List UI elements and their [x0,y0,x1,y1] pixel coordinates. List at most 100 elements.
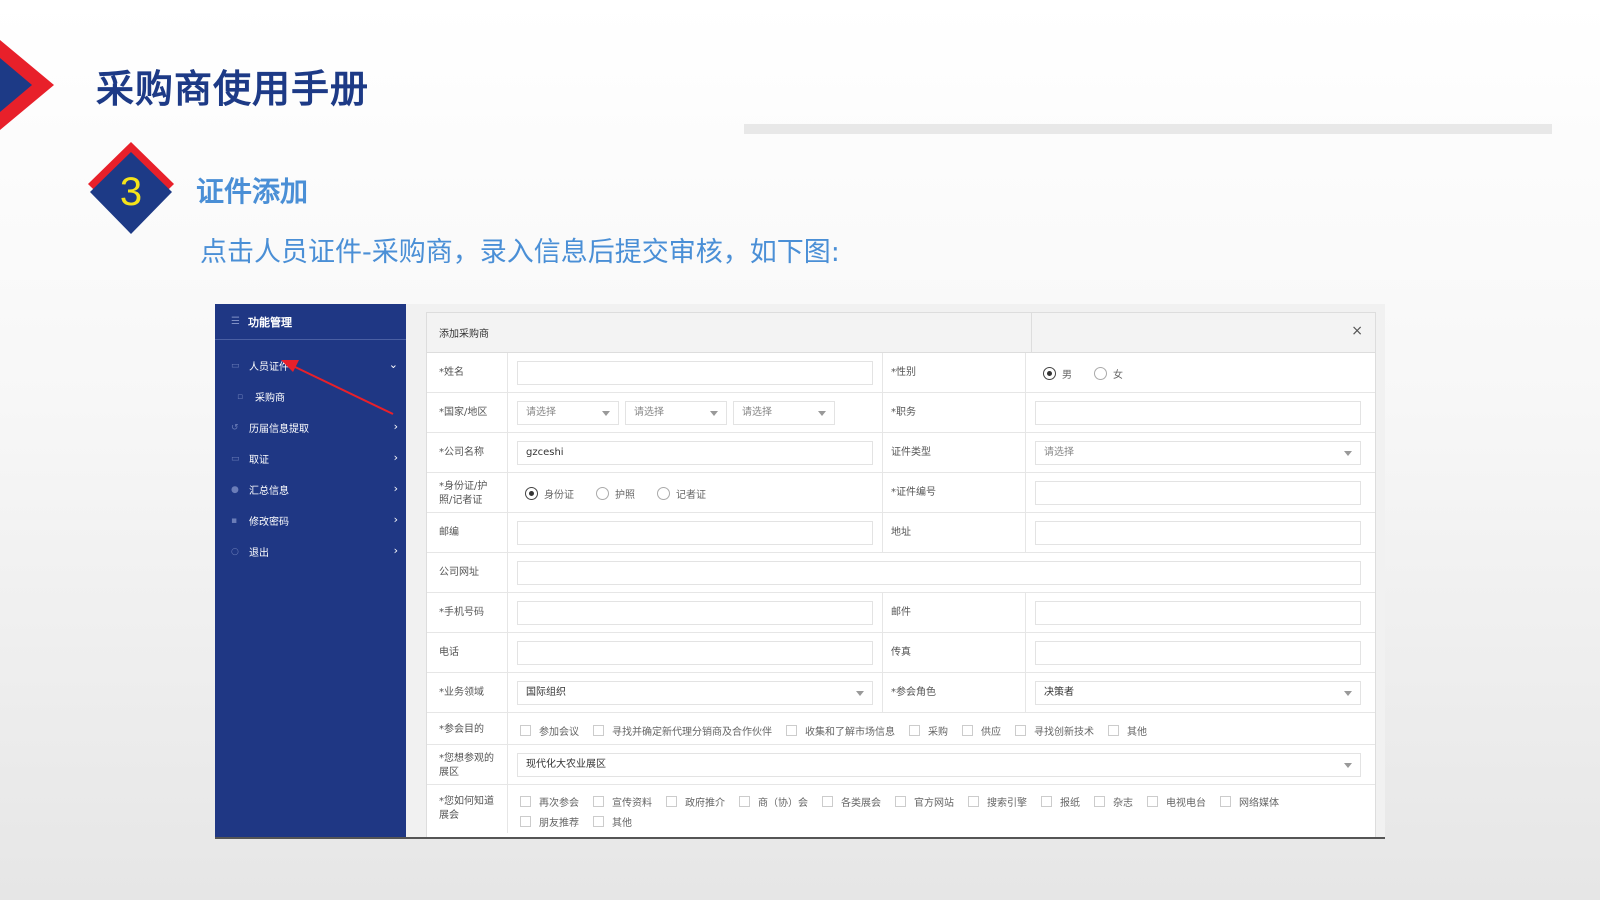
checkbox[interactable] [593,725,604,736]
checkbox[interactable] [593,816,604,827]
purpose-option[interactable]: 参加会议 [520,723,579,738]
source-option[interactable]: 再次参会 [520,794,579,809]
checkbox[interactable] [739,796,750,807]
close-icon[interactable]: × [1351,323,1363,339]
col-divider [507,393,508,432]
sidebar-item-collect[interactable]: ▭ 取证 › [215,443,406,474]
radio-checked[interactable] [1043,367,1056,380]
checkbox[interactable] [520,796,531,807]
sidebar-item-password[interactable]: ▪ 修改密码 › [215,505,406,536]
sidebar-item-history[interactable]: ↺ 历届信息提取 › [215,412,406,443]
gender-male-option[interactable]: 男 [1043,366,1072,381]
sidebar-item-label: 修改密码 [249,517,289,528]
col-divider [1025,673,1026,712]
checkbox[interactable] [786,725,797,736]
role-label: *参会角色 [891,687,936,698]
position-input[interactable] [1035,401,1361,425]
checkbox[interactable] [1108,725,1119,736]
checkbox[interactable] [895,796,906,807]
purpose-option[interactable]: 寻找创新技术 [1015,723,1094,738]
purpose-option[interactable]: 供应 [962,723,1001,738]
source-option[interactable]: 网络媒体 [1220,794,1279,809]
phone-input[interactable] [517,641,873,665]
country-label: *国家/地区 [439,407,488,418]
gender-female-option[interactable]: 女 [1094,366,1123,381]
email-input[interactable] [1035,601,1361,625]
press-card-option[interactable]: 记者证 [657,486,706,501]
source-option[interactable]: 宣传资料 [593,794,652,809]
col-divider [1025,393,1026,432]
cert-type-select[interactable]: 请选择 [1035,441,1361,465]
option-label: 网络媒体 [1239,798,1279,809]
radio-unchecked[interactable] [596,487,609,500]
chevron-right-icon: › [393,482,398,495]
source-option[interactable]: 各类展会 [822,794,881,809]
checkbox[interactable] [1147,796,1158,807]
col-divider [1025,633,1026,672]
form-row-postcode: 邮编 地址 [427,513,1375,553]
fax-input[interactable] [1035,641,1361,665]
country-select[interactable]: 请选择 [517,401,619,425]
checkbox[interactable] [520,816,531,827]
sidebar-item-buyer[interactable]: ▫ 采购商 [215,381,406,412]
source-option[interactable]: 搜索引擎 [968,794,1027,809]
company-input[interactable]: gzceshi [517,441,873,465]
checkbox[interactable] [666,796,677,807]
checkbox[interactable] [909,725,920,736]
checkbox[interactable] [962,725,973,736]
id-card-option[interactable]: 身份证 [525,486,574,501]
checkbox[interactable] [1041,796,1052,807]
cert-no-input[interactable] [1035,481,1361,505]
source-option[interactable]: 政府推介 [666,794,725,809]
purpose-option[interactable]: 其他 [1108,723,1147,738]
sidebar-item-logout[interactable]: ○ 退出 › [215,536,406,567]
name-input[interactable] [517,361,873,385]
sidebar-item-personnel-cert[interactable]: ▭ 人员证件 ⌄ [215,350,406,381]
source-option[interactable]: 杂志 [1094,794,1133,809]
business-select[interactable]: 国际组织 [517,681,873,705]
chevron-right-icon: › [393,451,398,464]
postcode-input[interactable] [517,521,873,545]
hall-select[interactable]: 现代化大农业展区 [517,753,1361,777]
passport-option[interactable]: 护照 [596,486,635,501]
form-row-purpose: *参会目的 参加会议 寻找并确定新代理分销商及合作伙伴 收集和了解市场信息 采购… [427,713,1375,745]
sidebar: ☰ 功能管理 ▭ 人员证件 ⌄ ▫ 采购商 ↺ 历届信息提取 › ▭ 取证 › … [215,304,406,837]
address-input[interactable] [1035,521,1361,545]
sidebar-item-summary[interactable]: ● 汇总信息 › [215,474,406,505]
source-option[interactable]: 朋友推荐 [520,814,579,829]
radio-unchecked[interactable] [657,487,670,500]
position-label: *职务 [891,407,916,418]
col-divider [507,673,508,712]
checkbox[interactable] [1015,725,1026,736]
checkbox[interactable] [520,725,531,736]
purpose-option[interactable]: 收集和了解市场信息 [786,723,895,738]
source-option[interactable]: 官方网站 [895,794,954,809]
city-select[interactable]: 请选择 [733,401,835,425]
source-option[interactable]: 商（协）会 [739,794,808,809]
name-label: *姓名 [439,367,464,378]
checkbox[interactable] [593,796,604,807]
radio-unchecked[interactable] [1094,367,1107,380]
option-label: 参加会议 [539,727,579,738]
col-divider [1025,593,1026,632]
website-input[interactable] [517,561,1361,585]
source-option[interactable]: 其他 [593,814,632,829]
source-option[interactable]: 报纸 [1041,794,1080,809]
checkbox[interactable] [822,796,833,807]
col-divider [507,713,508,744]
checkbox[interactable] [1094,796,1105,807]
purpose-option[interactable]: 采购 [909,723,948,738]
sidebar-item-label: 退出 [249,548,269,559]
source-option[interactable]: 电视电台 [1147,794,1206,809]
mobile-label: *手机号码 [439,607,484,618]
mobile-input[interactable] [517,601,873,625]
checkbox[interactable] [1220,796,1231,807]
option-label: 报纸 [1060,798,1080,809]
checkbox[interactable] [968,796,979,807]
form-row-hall: *您想参观的展区 现代化大农业展区 [427,745,1375,785]
role-select[interactable]: 决策者 [1035,681,1361,705]
form-row-phone: 电话 传真 [427,633,1375,673]
radio-checked[interactable] [525,487,538,500]
province-select[interactable]: 请选择 [625,401,727,425]
purpose-option[interactable]: 寻找并确定新代理分销商及合作伙伴 [593,723,772,738]
